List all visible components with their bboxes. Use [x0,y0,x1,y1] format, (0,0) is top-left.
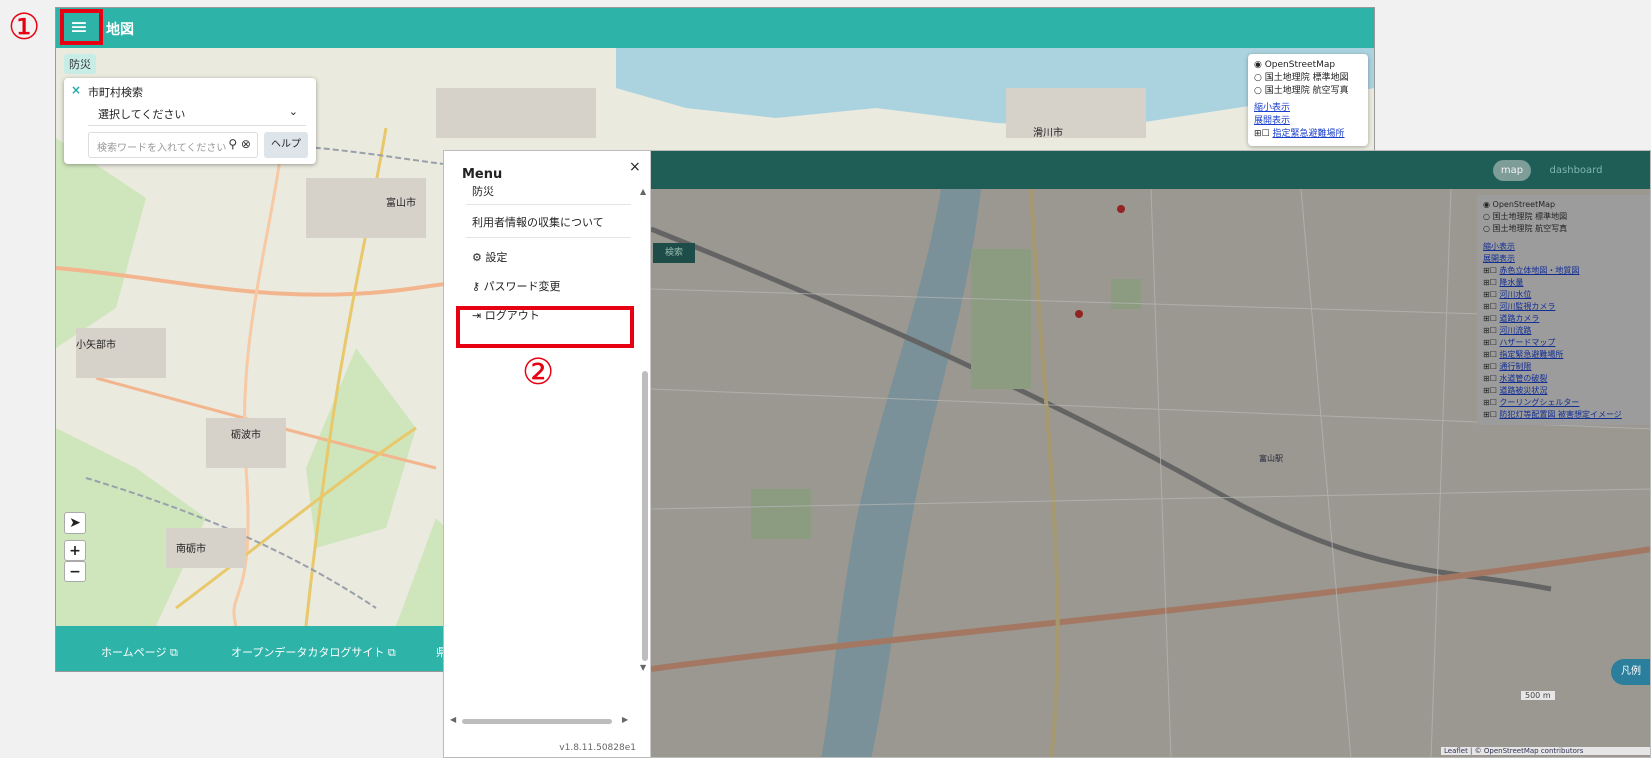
app-header: map dashboard [651,151,1650,189]
keyword-search-input[interactable]: 検索ワードを入れてください ⚲ ⊗ [88,132,258,158]
menu-title: Menu [462,167,503,182]
city-select[interactable]: 選択してください ⌄ [88,100,306,126]
layer-control: ◉ OpenStreetMap ○ 国土地理院 標準地図 ○ 国土地理院 航空写… [1248,54,1368,146]
menu-item-privacy[interactable]: 利用者情報の収集について [472,214,604,230]
city-select-value: 選択してください [98,108,186,121]
close-icon[interactable]: × [629,159,641,175]
gear-icon: ⚙ [472,251,482,264]
vertical-scrollbar[interactable] [642,371,648,661]
map-view-dimmed: map dashboard 検索 富山駅 ◉ OpenStreetMap ○ 国… [651,151,1650,757]
scroll-up-arrow-icon[interactable]: ▲ [640,187,646,196]
key-icon: ⚷ [472,280,481,293]
map-label-namerikawa: 滑川市 [1033,128,1063,139]
expand-link[interactable]: 展開表示 [1254,115,1362,128]
annotation-highlight-logout [456,306,634,348]
scroll-left-arrow-icon[interactable]: ◀ [450,715,456,724]
zoom-in-button[interactable]: + [64,540,86,561]
scroll-right-arrow-icon[interactable]: ▶ [622,715,628,724]
keyword-placeholder: 検索ワードを入れてください [97,143,227,154]
city-search-panel: × 市町村検索 選択してください ⌄ 検索ワードを入れてください ⚲ ⊗ ヘルプ [64,78,316,164]
tab-dashboard[interactable]: dashboard [1541,160,1611,181]
menu-item-password[interactable]: ⚷ パスワード変更 [472,278,561,294]
side-menu-drawer: Menu × ▲ 防災 利用者情報の収集について ⚙ 設定 ⚷ パスワード変更 … [444,151,651,757]
footer-link-homepage[interactable]: ホームページ ⧉ [101,644,178,660]
menu-divider [466,204,631,205]
footer-link-opendata[interactable]: オープンデータカタログサイト ⧉ [231,644,396,660]
scroll-down-arrow-icon[interactable]: ▼ [640,663,646,672]
app-header: ≡ 地図 [56,8,1374,48]
search-icon[interactable]: ⚲ ⊗ [228,137,251,151]
horizontal-scrollbar[interactable] [462,719,612,724]
close-icon[interactable]: × [71,83,81,97]
tab-map[interactable]: map [1493,160,1531,181]
overlay-evacuation[interactable]: ⊞☐ 指定緊急避難場所 [1254,128,1362,141]
locate-icon[interactable]: ➤ [64,512,86,534]
page-title: 地図 [106,22,134,38]
menu-divider [466,237,631,238]
base-layer-gsi-std[interactable]: ○ 国土地理院 標準地図 [1254,72,1362,85]
base-layer-gsi-photo[interactable]: ○ 国土地理院 航空写真 [1254,85,1362,98]
annotation-highlight-menu [60,9,103,45]
disaster-badge[interactable]: 防災 [64,54,96,74]
map-label-nanto: 南砺市 [176,544,206,555]
app-version: v1.8.11.50828e1 [559,743,636,753]
chevron-down-icon: ⌄ [288,105,298,118]
map-label-oyabe: 小矢部市 [76,340,116,351]
map-label-toyama: 富山市 [386,198,416,209]
zoom-out-button[interactable]: − [64,561,86,582]
city-search-label: 市町村検索 [88,86,143,99]
map-attribution[interactable]: Leaflet | © OpenStreetMap contributors [1441,747,1650,755]
annotation-step-1: ① [8,7,41,48]
base-layer-osm[interactable]: ◉ OpenStreetMap [1254,59,1362,72]
legend-button[interactable]: 凡例 [1611,659,1650,685]
dim-overlay[interactable] [651,189,1650,757]
shrink-link[interactable]: 縮小表示 [1254,102,1362,115]
annotation-step-2: ② [522,352,555,393]
scale-bar: 500 m [1521,691,1555,700]
help-button[interactable]: ヘルプ [264,132,308,158]
menu-item-bousai[interactable]: 防災 [472,183,494,199]
map-label-tonami: 砺波市 [231,430,261,441]
menu-item-settings[interactable]: ⚙ 設定 [472,249,507,265]
map-app-screen-2: map dashboard 検索 富山駅 ◉ OpenStreetMap ○ 国… [443,150,1651,758]
